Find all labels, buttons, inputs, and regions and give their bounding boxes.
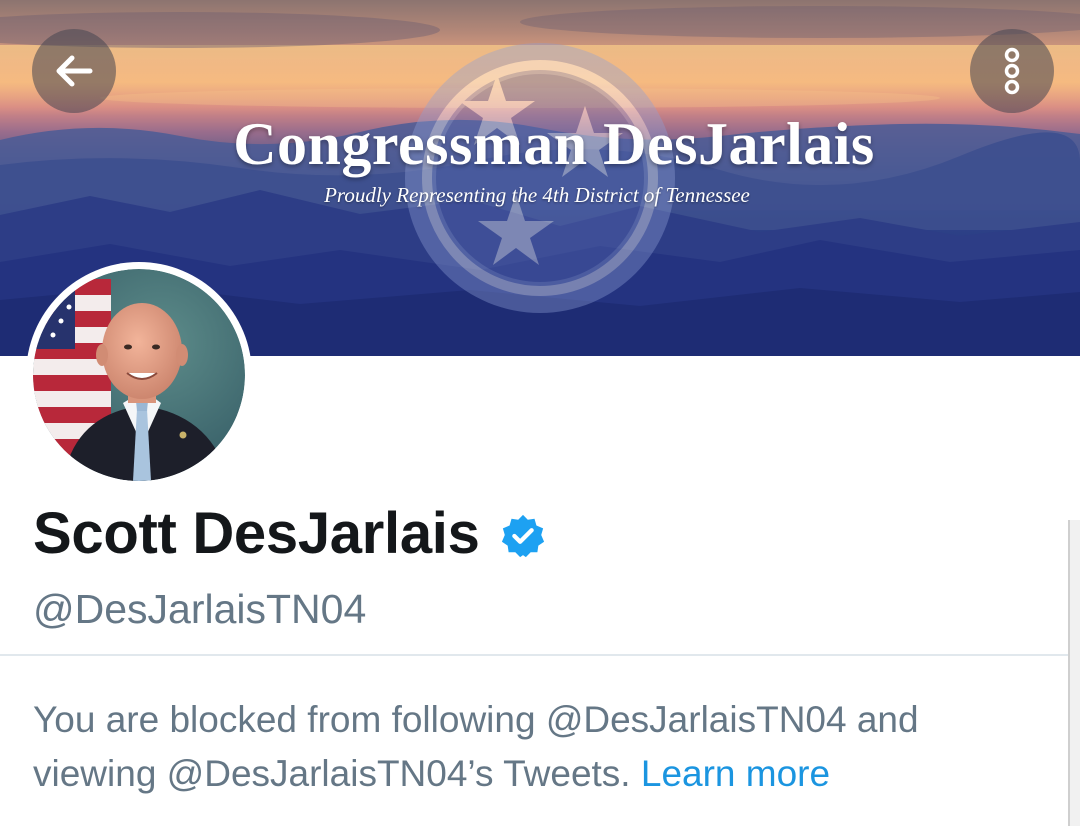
profile-name-row: Scott DesJarlais [33,500,546,567]
profile-page: Congressman DesJarlais Proudly Represent… [0,0,1080,826]
verified-badge-icon [501,514,544,557]
more-options-button[interactable] [970,29,1054,113]
banner-title: Congressman DesJarlais [233,111,875,177]
more-vertical-icon [1004,47,1020,95]
profile-handle: @DesJarlaisTN04 [33,586,367,632]
back-button[interactable] [32,29,116,113]
section-divider [0,654,1068,656]
display-name: Scott DesJarlais [33,501,480,566]
profile-avatar[interactable] [26,262,252,488]
learn-more-link[interactable]: Learn more [641,753,830,794]
banner-subtitle: Proudly Representing the 4th District of… [324,183,750,207]
blocked-notice: You are blocked from following @DesJarla… [33,693,1033,801]
avatar-photo [33,269,245,481]
arrow-left-icon [56,55,93,87]
scrollbar[interactable] [1068,520,1080,826]
